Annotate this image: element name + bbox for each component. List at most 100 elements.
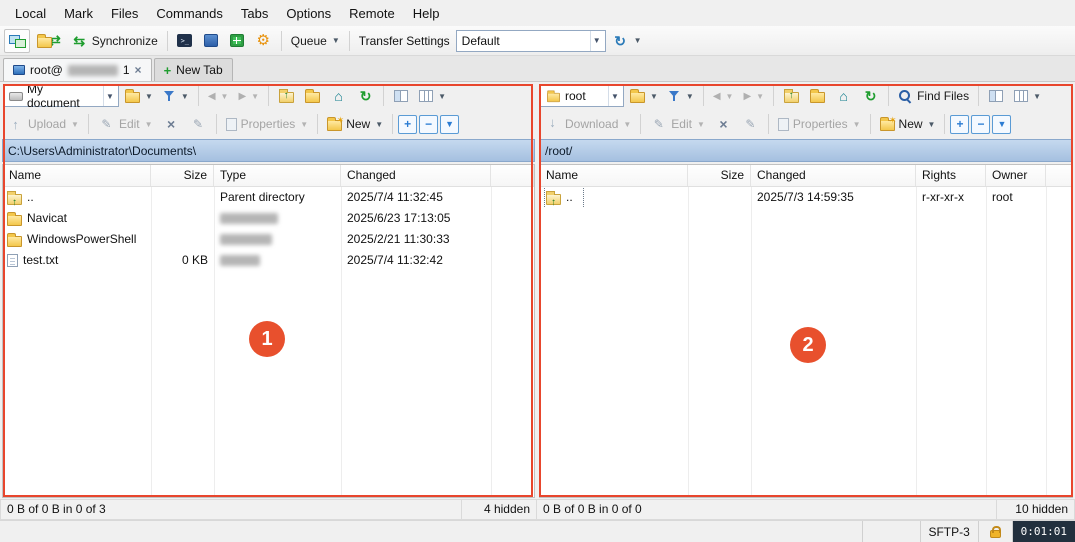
- column-header-size[interactable]: Size: [151, 165, 214, 186]
- upload-button[interactable]: ↑Upload▼: [3, 112, 83, 136]
- protocol-indicator[interactable]: SFTP-3: [920, 521, 978, 542]
- explorer-icon: [230, 34, 244, 47]
- remote-back-button[interactable]: ◀▼: [709, 84, 738, 108]
- remote-parent-directory-button[interactable]: [779, 84, 803, 108]
- file-row-parent[interactable]: .. Parent directory 2025/7/4 11:32:45: [3, 187, 534, 208]
- close-tab-icon[interactable]: ×: [135, 63, 142, 77]
- menu-help[interactable]: Help: [404, 1, 449, 26]
- download-button[interactable]: ↑Download▼: [540, 112, 635, 136]
- local-home-button[interactable]: ⌂: [326, 84, 351, 108]
- file-row-parent[interactable]: .. 2025/7/3 14:59:35 r-xr-xr-x root: [540, 187, 1072, 208]
- file-row-windowspowershell[interactable]: WindowsPowerShell 2025/2/21 11:30:33: [3, 229, 534, 250]
- find-files-button[interactable]: Find Files: [894, 84, 973, 108]
- remote-path-bar[interactable]: /root/: [539, 139, 1073, 162]
- remote-directory-selector[interactable]: root ▼: [540, 85, 624, 107]
- open-console-button[interactable]: >_: [173, 29, 197, 53]
- remote-new-button[interactable]: ✶New▼: [876, 112, 940, 136]
- explore-directory-button[interactable]: [225, 29, 249, 53]
- local-status-text: 0 B of 0 B in 0 of 3: [0, 499, 462, 520]
- toolbar-separator: [773, 86, 774, 106]
- local-hidden-count: 4 hidden: [462, 499, 537, 520]
- menu-local[interactable]: Local: [6, 1, 55, 26]
- local-refresh-button[interactable]: ↻: [353, 84, 378, 108]
- column-header-rights[interactable]: Rights: [916, 165, 986, 186]
- column-header-name[interactable]: Name: [3, 165, 151, 186]
- transfer-settings-combobox[interactable]: Default ▼: [456, 30, 606, 52]
- local-edit-button[interactable]: ✎Edit▼: [94, 112, 157, 136]
- column-header-type[interactable]: Type: [214, 165, 341, 186]
- remote-list-body: .. 2025/7/3 14:59:35 r-xr-xr-x root: [540, 187, 1072, 497]
- toolbar-separator: [317, 114, 318, 134]
- remote-file-list[interactable]: Name Size Changed Rights Owner .. 2025/7…: [539, 164, 1073, 498]
- remote-view-style-button[interactable]: ▼: [1010, 84, 1045, 108]
- session-refresh-button[interactable]: ↻ ▼: [608, 29, 646, 53]
- queue-button[interactable]: Queue ▼: [287, 29, 344, 53]
- menu-tabs[interactable]: Tabs: [232, 1, 277, 26]
- remote-properties-button[interactable]: Properties▼: [774, 112, 865, 136]
- queue-label: Queue: [291, 34, 327, 48]
- remote-forward-button[interactable]: ▶▼: [739, 84, 768, 108]
- folder-icon: [547, 93, 560, 102]
- preferences-button[interactable]: ⚙: [251, 29, 276, 53]
- remote-selection-filter-button[interactable]: ▼: [992, 115, 1011, 134]
- remote-filter-button[interactable]: ▼: [664, 84, 698, 108]
- local-tree-toggle-button[interactable]: [389, 84, 413, 108]
- new-tab-button[interactable]: + New Tab: [154, 58, 233, 81]
- local-panel: My document ▼ ▼ ▼ ◀▼ ▶▼ ⌂ ↻ ▼ ↑Upload▼ ✎…: [0, 82, 537, 499]
- local-filter-button[interactable]: ▼: [159, 84, 193, 108]
- local-path: C:\Users\Administrator\Documents\: [8, 144, 196, 158]
- local-back-button[interactable]: ◀▼: [204, 84, 233, 108]
- remote-open-directory-button[interactable]: ▼: [626, 84, 662, 108]
- remote-root-directory-button[interactable]: [805, 84, 829, 108]
- open-in-putty-button[interactable]: [199, 29, 223, 53]
- properties-icon: [226, 118, 237, 131]
- chevron-down-icon: ▼: [438, 92, 446, 101]
- column-header-size[interactable]: Size: [688, 165, 751, 186]
- local-rename-button[interactable]: ✎: [186, 112, 211, 136]
- upload-icon: ↑: [7, 116, 24, 133]
- column-header-owner[interactable]: Owner: [986, 165, 1046, 186]
- local-root-directory-button[interactable]: [300, 84, 324, 108]
- local-file-list[interactable]: Name Size Type Changed .. Parent directo…: [2, 164, 535, 498]
- menu-remote[interactable]: Remote: [340, 1, 404, 26]
- local-view-style-button[interactable]: ▼: [415, 84, 450, 108]
- remote-edit-button[interactable]: ✎Edit▼: [646, 112, 709, 136]
- funnel-icon: ▼: [445, 119, 454, 129]
- menu-commands[interactable]: Commands: [147, 1, 231, 26]
- remote-delete-button[interactable]: ×: [711, 112, 736, 136]
- toolbar-separator: [978, 86, 979, 106]
- remote-home-button[interactable]: ⌂: [831, 84, 856, 108]
- local-path-bar[interactable]: C:\Users\Administrator\Documents\: [2, 139, 535, 162]
- session-tab[interactable]: root@1 ×: [3, 58, 152, 81]
- menu-options[interactable]: Options: [277, 1, 340, 26]
- local-open-directory-button[interactable]: ▼: [121, 84, 157, 108]
- menu-mark[interactable]: Mark: [55, 1, 102, 26]
- local-selection-filter-button[interactable]: ▼: [440, 115, 459, 134]
- local-drive-selector[interactable]: My document ▼: [3, 85, 119, 107]
- local-select-button[interactable]: +: [398, 115, 417, 134]
- local-new-button[interactable]: ✶New▼: [323, 112, 387, 136]
- local-parent-directory-button[interactable]: [274, 84, 298, 108]
- chevron-down-icon: ▼: [1033, 92, 1041, 101]
- new-session-button[interactable]: [4, 29, 30, 53]
- local-delete-button[interactable]: ×: [159, 112, 184, 136]
- menu-files[interactable]: Files: [102, 1, 147, 26]
- sync-browsing-button[interactable]: ⇄: [32, 29, 65, 53]
- remote-tree-toggle-button[interactable]: [984, 84, 1008, 108]
- encryption-indicator[interactable]: [978, 521, 1012, 542]
- column-header-changed[interactable]: Changed: [751, 165, 916, 186]
- new-folder-icon: ✶: [880, 120, 895, 131]
- column-header-name[interactable]: Name: [540, 165, 688, 186]
- remote-rename-button[interactable]: ✎: [738, 112, 763, 136]
- remote-select-button[interactable]: +: [950, 115, 969, 134]
- local-forward-button[interactable]: ▶▼: [234, 84, 263, 108]
- file-row-testtxt[interactable]: test.txt 0 KB 2025/7/4 11:32:42: [3, 250, 534, 271]
- file-row-navicat[interactable]: Navicat 2025/6/23 17:13:05: [3, 208, 534, 229]
- remote-unselect-button[interactable]: −: [971, 115, 990, 134]
- remote-refresh-button[interactable]: ↻: [858, 84, 883, 108]
- local-unselect-button[interactable]: −: [419, 115, 438, 134]
- column-header-changed[interactable]: Changed: [341, 165, 491, 186]
- local-properties-button[interactable]: Properties▼: [222, 112, 313, 136]
- chevron-down-icon: ▼: [756, 92, 764, 101]
- synchronize-button[interactable]: ⇆ Synchronize: [67, 29, 162, 53]
